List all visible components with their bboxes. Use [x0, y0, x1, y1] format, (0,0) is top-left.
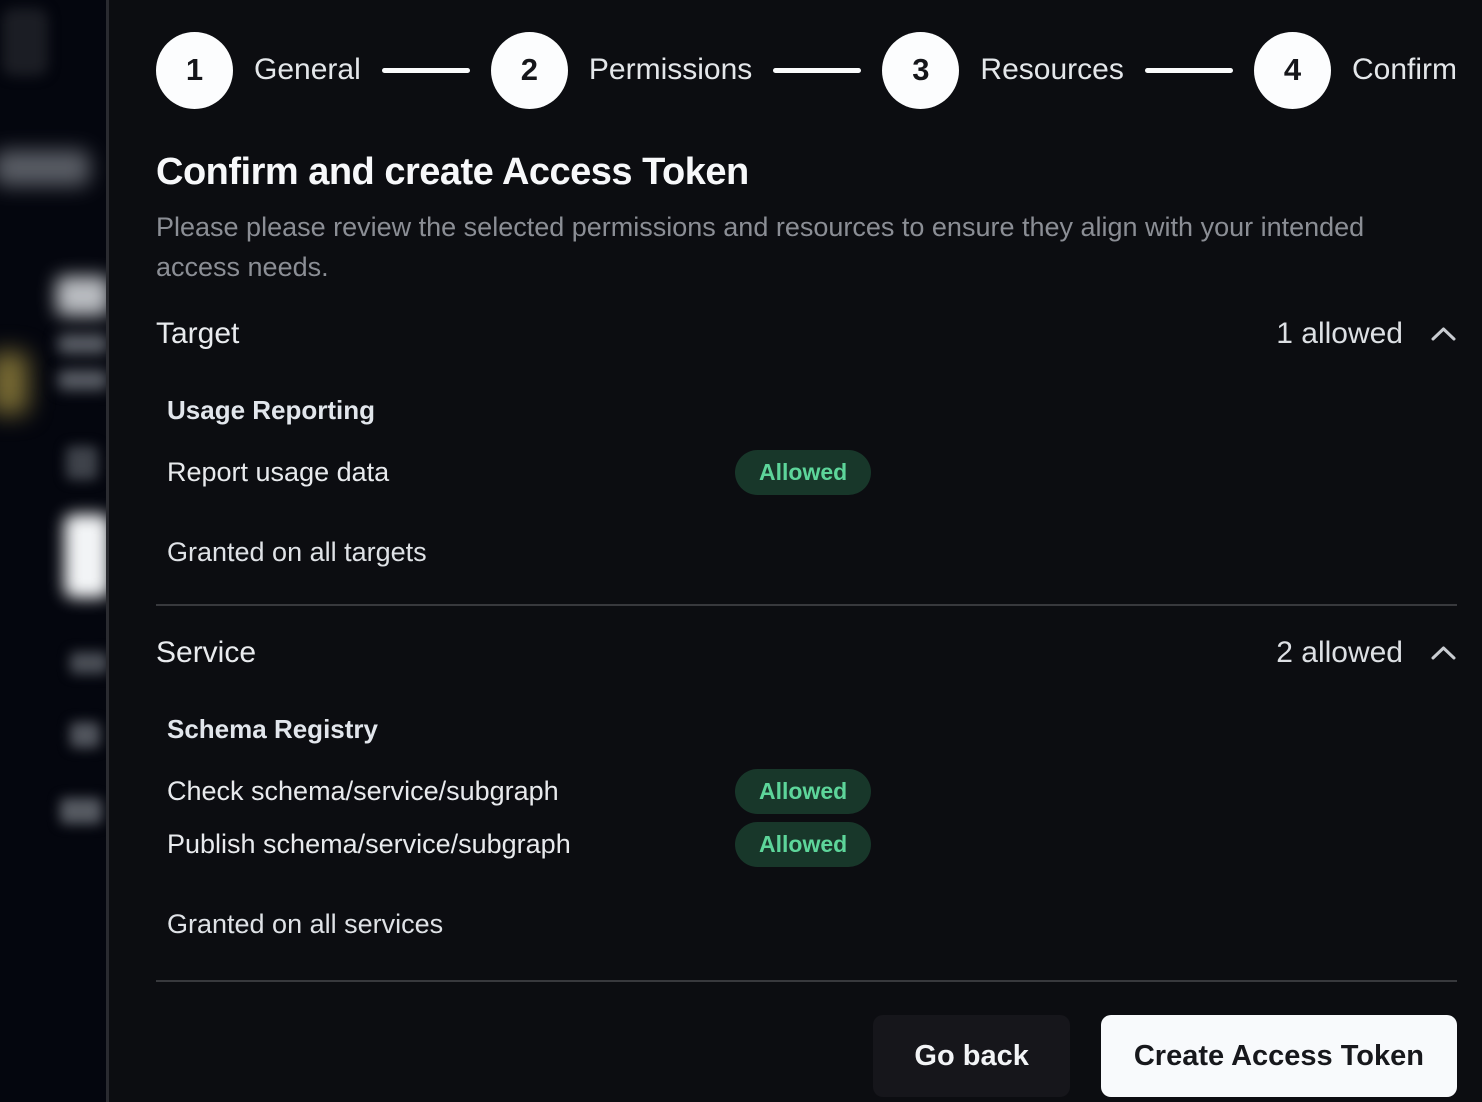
allowed-badge: Allowed: [735, 450, 871, 495]
page-title: Confirm and create Access Token: [156, 151, 1457, 194]
step-2-circle: 2: [491, 32, 568, 109]
blurred-text-line: [70, 722, 100, 748]
service-allowed-count: 2 allowed: [1276, 636, 1403, 670]
blurred-yellow-element: [0, 352, 28, 414]
allowed-badge: Allowed: [735, 769, 871, 814]
modal-footer: Go back Create Access Token: [156, 1015, 1457, 1097]
blurred-white-card: [64, 514, 106, 598]
target-section-title: Target: [156, 317, 239, 351]
target-collapse-toggle[interactable]: 1 allowed: [1276, 317, 1457, 351]
go-back-button[interactable]: Go back: [873, 1015, 1069, 1097]
blurred-text-line: [58, 370, 106, 390]
step-3-number: 3: [912, 52, 929, 88]
service-collapse-toggle[interactable]: 2 allowed: [1276, 636, 1457, 670]
page-subtitle: Please please review the selected permis…: [156, 207, 1396, 287]
step-general[interactable]: 1 General: [156, 32, 361, 109]
blurred-text-line: [58, 334, 106, 354]
step-3-label: Resources: [980, 53, 1123, 87]
blurred-app-logo: [2, 8, 48, 76]
chevron-up-icon: [1430, 326, 1457, 342]
permission-row: Check schema/service/subgraph Allowed: [167, 769, 1457, 814]
target-granted-note: Granted on all targets: [167, 537, 1457, 568]
step-3-circle: 3: [882, 32, 959, 109]
step-confirm[interactable]: 4 Confirm: [1254, 32, 1457, 109]
step-1-label: General: [254, 53, 361, 87]
blurred-page-heading: [56, 276, 106, 316]
wizard-stepper: 1 General 2 Permissions 3 Resources 4 Co…: [156, 31, 1457, 109]
allowed-badge: Allowed: [735, 822, 871, 867]
permission-row: Publish schema/service/subgraph Allowed: [167, 822, 1457, 867]
target-section-header: Target 1 allowed: [156, 317, 1457, 351]
step-1-number: 1: [186, 52, 203, 88]
service-group-title: Schema Registry: [167, 714, 1457, 745]
permission-label: Report usage data: [167, 457, 735, 488]
permission-label: Check schema/service/subgraph: [167, 776, 735, 807]
stepper-connector: [1145, 68, 1233, 73]
step-4-number: 4: [1284, 52, 1301, 88]
target-allowed-count: 1 allowed: [1276, 317, 1403, 351]
step-permissions[interactable]: 2 Permissions: [491, 32, 752, 109]
permission-label: Publish schema/service/subgraph: [167, 829, 735, 860]
blurred-nav-text: [0, 150, 90, 186]
step-4-circle: 4: [1254, 32, 1331, 109]
step-4-label: Confirm: [1352, 53, 1457, 87]
blurred-text-line: [70, 652, 106, 674]
blurred-text-line: [60, 798, 102, 824]
footer-divider: [156, 980, 1457, 982]
blurred-background-page: [0, 0, 106, 1102]
target-group-title: Usage Reporting: [167, 395, 1457, 426]
section-divider: [156, 604, 1457, 606]
stepper-connector: [773, 68, 861, 73]
step-resources[interactable]: 3 Resources: [882, 32, 1123, 109]
chevron-up-icon: [1430, 645, 1457, 661]
create-access-token-modal: 1 General 2 Permissions 3 Resources 4 Co…: [106, 0, 1482, 1102]
permission-row: Report usage data Allowed: [167, 450, 1457, 495]
blurred-icon: [66, 446, 98, 480]
service-section-header: Service 2 allowed: [156, 636, 1457, 670]
service-section-title: Service: [156, 636, 256, 670]
step-2-label: Permissions: [589, 53, 752, 87]
stepper-connector: [382, 68, 470, 73]
create-access-token-button[interactable]: Create Access Token: [1101, 1015, 1457, 1097]
service-granted-note: Granted on all services: [167, 909, 1457, 940]
step-2-number: 2: [521, 52, 538, 88]
step-1-circle: 1: [156, 32, 233, 109]
